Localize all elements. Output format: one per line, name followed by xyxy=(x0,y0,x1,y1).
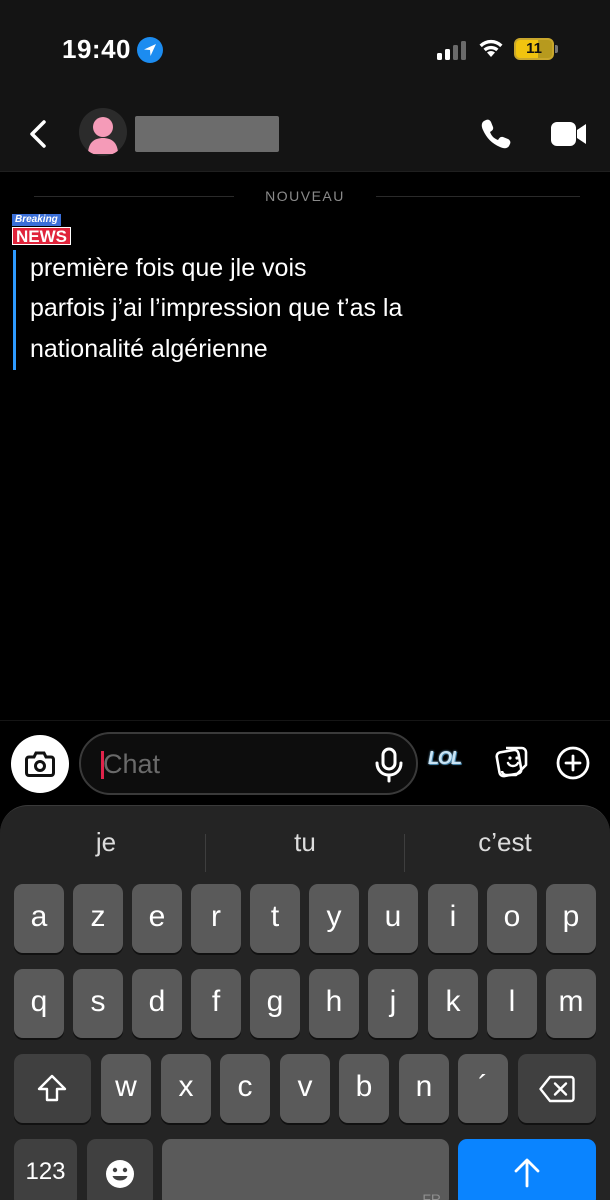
key-t[interactable]: t xyxy=(250,884,300,953)
keyboard-language: FR xyxy=(422,1191,441,1200)
key-k[interactable]: k xyxy=(428,969,478,1038)
backspace-key[interactable] xyxy=(518,1054,596,1123)
cell-signal-icon xyxy=(437,40,467,60)
suggestion-je[interactable]: je xyxy=(6,818,206,866)
key-e[interactable]: e xyxy=(132,884,182,953)
default-avatar-icon[interactable] xyxy=(79,108,127,156)
chat-input[interactable] xyxy=(103,744,353,784)
key-u[interactable]: u xyxy=(368,884,418,953)
emoji-key[interactable] xyxy=(87,1139,153,1200)
key-h[interactable]: h xyxy=(309,969,359,1038)
chat-input-field[interactable] xyxy=(79,732,418,795)
numbers-key[interactable]: 123 xyxy=(14,1139,77,1200)
chat-header xyxy=(0,100,610,172)
suggestion-tu[interactable]: tu xyxy=(206,818,404,866)
key-i[interactable]: i xyxy=(428,884,478,953)
suggestion-cest[interactable]: c’est xyxy=(405,818,605,866)
shift-key[interactable] xyxy=(14,1054,91,1123)
key-c[interactable]: c xyxy=(220,1054,270,1123)
key-b[interactable]: b xyxy=(339,1054,389,1123)
sticker-icon[interactable] xyxy=(494,743,530,779)
camera-icon[interactable] xyxy=(11,735,69,793)
key-d[interactable]: d xyxy=(132,969,182,1038)
wifi-icon xyxy=(479,39,503,57)
send-key[interactable] xyxy=(458,1139,596,1200)
message-line: parfois j’ai l’impression que t’as la xyxy=(30,294,403,322)
key-accent[interactable]: ´ xyxy=(458,1054,508,1123)
lol-sticker-button[interactable]: LOL xyxy=(428,748,472,772)
status-bar: 19:40 11 xyxy=(0,0,610,100)
breaking-news-sticker[interactable]: Breaking NEWS xyxy=(10,214,71,246)
arrow-up-icon xyxy=(514,1158,540,1188)
key-j[interactable]: j xyxy=(368,969,418,1038)
sticker-breaking-text: Breaking xyxy=(12,214,61,226)
new-messages-divider: NOUVEAU xyxy=(0,186,610,206)
emoji-smile-icon xyxy=(106,1160,134,1188)
key-q[interactable]: q xyxy=(14,969,64,1038)
suggestion-bar: je tu c’est xyxy=(0,818,610,872)
key-o[interactable]: o xyxy=(487,884,537,953)
key-a[interactable]: a xyxy=(14,884,64,953)
key-n[interactable]: n xyxy=(399,1054,449,1123)
shift-arrow-icon xyxy=(37,1074,67,1102)
battery-icon: 11 xyxy=(514,38,558,60)
key-y[interactable]: y xyxy=(309,884,359,953)
keyboard: je tu c’est a z e r t y u i o p q s d f … xyxy=(0,805,610,1200)
location-arrow-icon xyxy=(137,37,163,63)
chevron-left-icon[interactable] xyxy=(22,114,58,154)
plus-circle-icon[interactable] xyxy=(555,745,591,781)
phone-icon[interactable] xyxy=(478,116,514,152)
key-p[interactable]: p xyxy=(546,884,596,953)
battery-percent: 11 xyxy=(526,40,542,57)
video-camera-icon[interactable] xyxy=(550,118,588,150)
key-s[interactable]: s xyxy=(73,969,123,1038)
key-f[interactable]: f xyxy=(191,969,241,1038)
space-key[interactable]: FR xyxy=(162,1139,449,1200)
key-r[interactable]: r xyxy=(191,884,241,953)
key-g[interactable]: g xyxy=(250,969,300,1038)
message-line: nationalité algérienne xyxy=(30,335,268,363)
message-line: première fois que jle vois xyxy=(30,254,307,282)
key-x[interactable]: x xyxy=(161,1054,211,1123)
key-w[interactable]: w xyxy=(101,1054,151,1123)
contact-name-redacted[interactable] xyxy=(135,116,279,152)
chat-message[interactable]: première fois que jle vois parfois j’ai … xyxy=(13,250,593,370)
key-m[interactable]: m xyxy=(546,969,596,1038)
sticker-news-text: NEWS xyxy=(12,227,71,246)
status-time: 19:40 xyxy=(62,34,131,64)
key-z[interactable]: z xyxy=(73,884,123,953)
key-l[interactable]: l xyxy=(487,969,537,1038)
backspace-icon xyxy=(539,1075,575,1103)
key-v[interactable]: v xyxy=(280,1054,330,1123)
microphone-icon[interactable] xyxy=(371,746,407,784)
